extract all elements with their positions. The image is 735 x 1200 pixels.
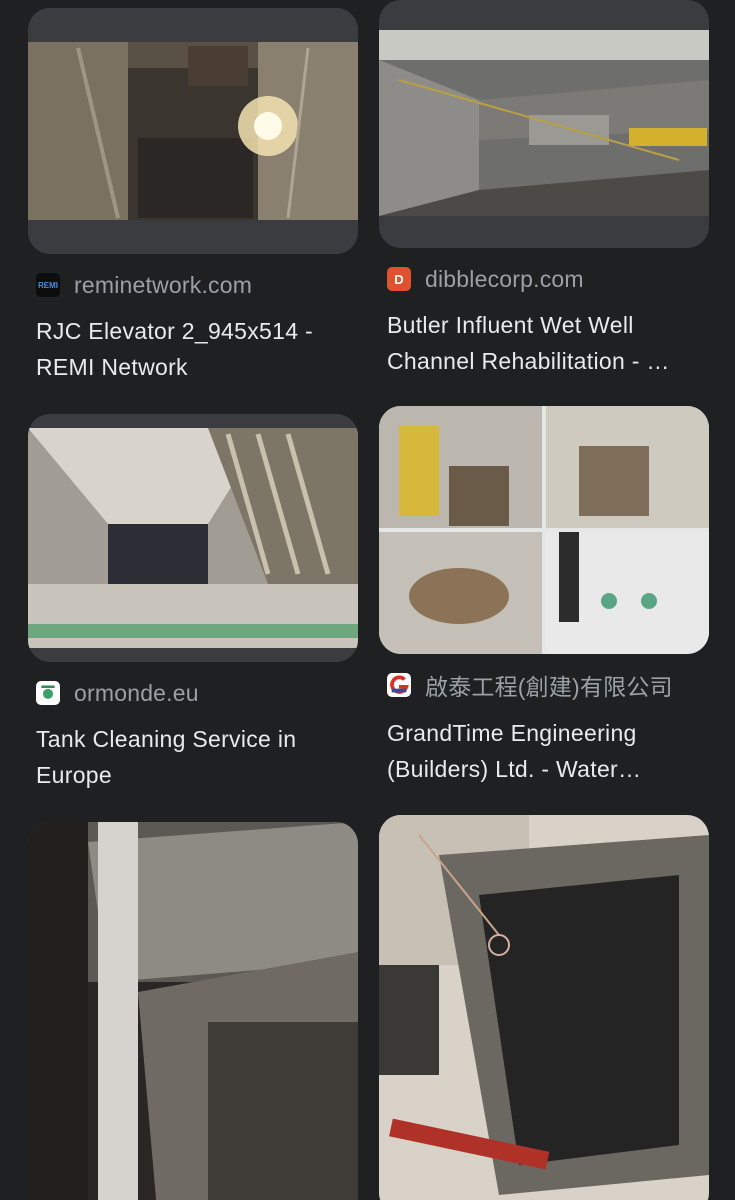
result-title[interactable]: Tank Cleaning Service in Europe bbox=[36, 721, 356, 793]
grandtime-favicon-icon bbox=[387, 673, 411, 697]
result-title[interactable]: RJC Elevator 2_945x514 - REMI Network bbox=[36, 313, 356, 385]
source-row[interactable]: 啟泰工程(創建)有限公司 bbox=[387, 670, 673, 700]
result-title[interactable]: Butler Influent Wet Well Channel Rehabil… bbox=[387, 307, 707, 379]
result-image-elevator-shaft[interactable] bbox=[28, 8, 358, 254]
source-row[interactable]: D dibblecorp.com bbox=[387, 264, 584, 294]
source-name[interactable]: 啟泰工程(創建)有限公司 bbox=[425, 668, 673, 702]
result-image-dark-shaft[interactable] bbox=[28, 822, 358, 1200]
source-name[interactable]: ormonde.eu bbox=[74, 680, 199, 707]
result-image-wet-well-channel[interactable] bbox=[379, 0, 709, 248]
source-row[interactable]: REMI reminetwork.com bbox=[36, 270, 252, 300]
source-row[interactable]: ormonde.eu bbox=[36, 678, 199, 708]
result-title[interactable]: GrandTime Engineering (Builders) Ltd. - … bbox=[387, 715, 707, 787]
source-name[interactable]: dibblecorp.com bbox=[425, 266, 584, 293]
result-image-tank-interior[interactable] bbox=[28, 414, 358, 662]
ormonde-favicon-icon bbox=[36, 681, 60, 705]
remi-favicon-icon: REMI bbox=[36, 273, 60, 297]
result-image-floor-pit[interactable] bbox=[379, 815, 709, 1200]
result-image-pump-collage[interactable] bbox=[379, 406, 709, 654]
source-name[interactable]: reminetwork.com bbox=[74, 272, 252, 299]
dibble-favicon-icon: D bbox=[387, 267, 411, 291]
image-results-grid: REMI reminetwork.com RJC Elevator 2_945x… bbox=[0, 0, 735, 1200]
